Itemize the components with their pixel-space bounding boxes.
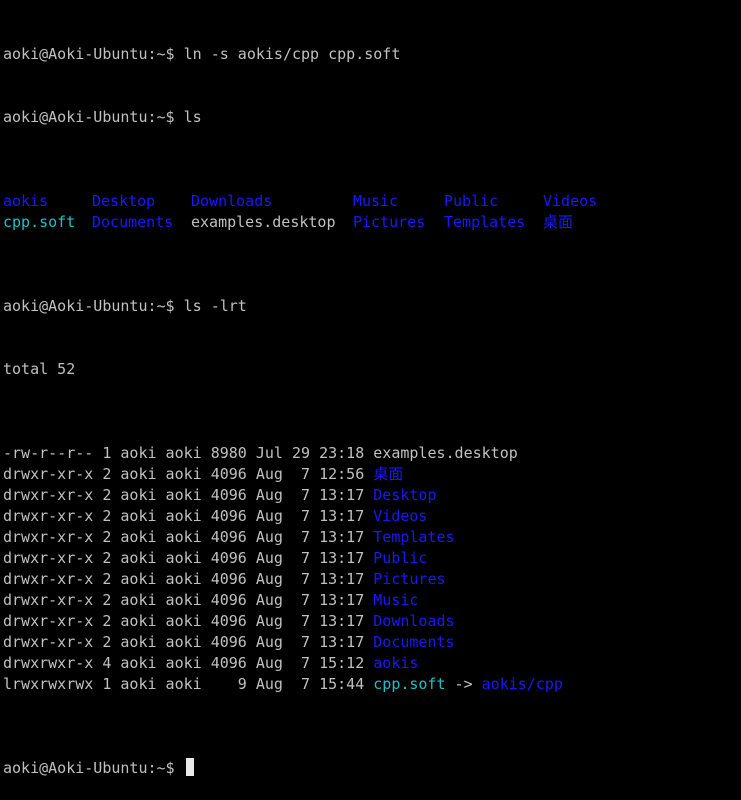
file-name: 桌面 xyxy=(373,465,404,483)
ls-entry: Videos xyxy=(543,192,598,210)
ls-entry: Templates xyxy=(444,213,526,231)
ls-row: cpp.soft Documents examples.desktop Picture… xyxy=(3,212,738,233)
file-meta: drwxr-xr-x 2 aoki aoki 4096 Aug 7 13:17 xyxy=(3,612,374,630)
ls-lrt-row: drwxr-xr-x 2 aoki aoki 4096 Aug 7 13:17 … xyxy=(3,590,738,611)
ls-lrt-row: drwxr-xr-x 2 aoki aoki 4096 Aug 7 12:56 … xyxy=(3,464,738,485)
symlink-arrow: -> xyxy=(445,675,482,693)
file-name: Music xyxy=(373,591,419,609)
ls-entry: examples.desktop xyxy=(191,213,336,231)
ls-lrt-row: drwxr-xr-x 2 aoki aoki 4096 Aug 7 13:17 … xyxy=(3,632,738,653)
file-name: Templates xyxy=(373,528,455,546)
ls-entry: Downloads xyxy=(191,192,273,210)
total-text: total 52 xyxy=(3,360,76,378)
command-line-3: aoki@Aoki-Ubuntu:~$ ls -lrt xyxy=(3,296,738,317)
command-line-1: aoki@Aoki-Ubuntu:~$ ln -s aokis/cpp cpp.… xyxy=(3,44,738,65)
ls-entry: Desktop xyxy=(92,192,156,210)
ls-lrt-row: drwxr-xr-x 2 aoki aoki 4096 Aug 7 13:17 … xyxy=(3,548,738,569)
file-meta: -rw-r--r-- 1 aoki aoki 8980 Jul 29 23:18 xyxy=(3,444,374,462)
ls-entry: cpp.soft xyxy=(3,213,76,231)
ls-entry: Public xyxy=(444,192,499,210)
file-name: Public xyxy=(373,549,428,567)
current-prompt-line[interactable]: aoki@Aoki-Ubuntu:~$ xyxy=(3,758,738,779)
file-meta: lrwxrwxrwx 1 aoki aoki 9 Aug 7 15:44 xyxy=(3,675,374,693)
ls-row: aokis Desktop Downloads Music Public Videos xyxy=(3,191,738,212)
file-name: Documents xyxy=(373,633,455,651)
file-meta: drwxrwxr-x 4 aoki aoki 4096 Aug 7 15:12 xyxy=(3,654,374,672)
file-meta: drwxr-xr-x 2 aoki aoki 4096 Aug 7 13:17 xyxy=(3,549,374,567)
file-name: Videos xyxy=(373,507,428,525)
file-name: cpp.soft xyxy=(373,675,446,693)
ls-entry: Pictures xyxy=(353,213,426,231)
ls-lrt-row: drwxr-xr-x 2 aoki aoki 4096 Aug 7 13:17 … xyxy=(3,569,738,590)
ls-entry: aokis xyxy=(3,192,49,210)
file-meta: drwxr-xr-x 2 aoki aoki 4096 Aug 7 13:17 xyxy=(3,507,374,525)
file-name: Pictures xyxy=(373,570,446,588)
text-cursor[interactable] xyxy=(185,758,194,776)
prompt-path: :~$ xyxy=(147,759,175,777)
prompt-user: aoki@Aoki-Ubuntu xyxy=(3,108,148,126)
prompt-user: aoki@Aoki-Ubuntu xyxy=(3,297,148,315)
total-line: total 52 xyxy=(3,359,738,380)
command-line-2: aoki@Aoki-Ubuntu:~$ ls xyxy=(3,107,738,128)
file-meta: drwxr-xr-x 2 aoki aoki 4096 Aug 7 13:17 xyxy=(3,486,374,504)
ls-entry: Music xyxy=(353,192,399,210)
command-text: ls xyxy=(183,108,202,126)
file-meta: drwxr-xr-x 2 aoki aoki 4096 Aug 7 13:17 xyxy=(3,591,374,609)
file-meta: drwxr-xr-x 2 aoki aoki 4096 Aug 7 13:17 xyxy=(3,570,374,588)
ls-lrt-row: drwxr-xr-x 2 aoki aoki 4096 Aug 7 13:17 … xyxy=(3,485,738,506)
file-meta: drwxr-xr-x 2 aoki aoki 4096 Aug 7 13:17 xyxy=(3,633,374,651)
ls-entry: 桌面 xyxy=(543,213,574,231)
file-name: aokis xyxy=(373,654,419,672)
ls-lrt-row: -rw-r--r-- 1 aoki aoki 8980 Jul 29 23:18… xyxy=(3,443,738,464)
ls-lrt-row: drwxr-xr-x 2 aoki aoki 4096 Aug 7 13:17 … xyxy=(3,527,738,548)
file-name: Desktop xyxy=(373,486,437,504)
file-meta: drwxr-xr-x 2 aoki aoki 4096 Aug 7 12:56 xyxy=(3,465,374,483)
terminal-window[interactable]: aoki@Aoki-Ubuntu:~$ ln -s aokis/cpp cpp.… xyxy=(0,0,741,777)
ls-lrt-row: drwxrwxr-x 4 aoki aoki 4096 Aug 7 15:12 … xyxy=(3,653,738,674)
command-text: ls -lrt xyxy=(183,297,247,315)
ls-lrt-output: -rw-r--r-- 1 aoki aoki 8980 Jul 29 23:18… xyxy=(3,443,738,695)
file-name: Downloads xyxy=(373,612,455,630)
prompt-user: aoki@Aoki-Ubuntu xyxy=(3,45,148,63)
prompt-path: :~$ xyxy=(147,297,175,315)
file-name: examples.desktop xyxy=(373,444,518,462)
symlink-target: aokis/cpp xyxy=(481,675,563,693)
prompt-path: :~$ xyxy=(147,45,175,63)
ls-lrt-row: drwxr-xr-x 2 aoki aoki 4096 Aug 7 13:17 … xyxy=(3,506,738,527)
file-meta: drwxr-xr-x 2 aoki aoki 4096 Aug 7 13:17 xyxy=(3,528,374,546)
prompt-user: aoki@Aoki-Ubuntu xyxy=(3,759,148,777)
ls-output: aokis Desktop Downloads Music Public Videos cp… xyxy=(3,191,738,233)
ls-entry: Documents xyxy=(92,213,174,231)
ls-lrt-row: drwxr-xr-x 2 aoki aoki 4096 Aug 7 13:17 … xyxy=(3,611,738,632)
command-text: ln -s aokis/cpp cpp.soft xyxy=(183,45,401,63)
ls-lrt-row: lrwxrwxrwx 1 aoki aoki 9 Aug 7 15:44 cpp… xyxy=(3,674,738,695)
prompt-path: :~$ xyxy=(147,108,175,126)
